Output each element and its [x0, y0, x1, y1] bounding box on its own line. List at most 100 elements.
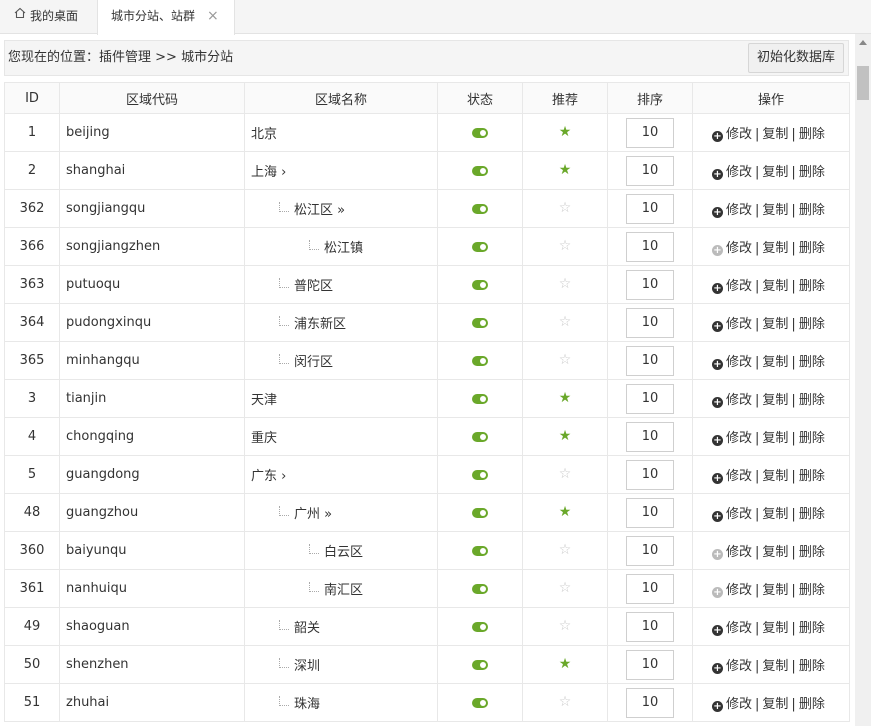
sort-input[interactable]	[626, 535, 674, 566]
star-filled-icon[interactable]: ★	[559, 428, 572, 444]
expand-icon[interactable]: ›	[281, 469, 286, 484]
sort-input[interactable]	[626, 611, 674, 642]
copy-link[interactable]: 复制	[762, 165, 788, 180]
toggle-on-icon[interactable]	[472, 431, 488, 442]
sort-input[interactable]	[626, 307, 674, 338]
edit-link[interactable]: 修改	[726, 355, 752, 370]
toggle-on-icon[interactable]	[472, 203, 488, 214]
sort-input[interactable]	[626, 117, 674, 148]
star-empty-icon[interactable]: ☆	[559, 200, 572, 216]
star-empty-icon[interactable]: ☆	[559, 542, 572, 558]
edit-link[interactable]: 修改	[726, 583, 752, 598]
star-empty-icon[interactable]: ☆	[559, 694, 572, 710]
sort-input[interactable]	[626, 497, 674, 528]
sort-input[interactable]	[626, 193, 674, 224]
edit-link[interactable]: 修改	[726, 241, 752, 256]
star-filled-icon[interactable]: ★	[559, 656, 572, 672]
toggle-on-icon[interactable]	[472, 165, 488, 176]
delete-link[interactable]: 删除	[799, 583, 825, 598]
copy-link[interactable]: 复制	[762, 393, 788, 408]
edit-link[interactable]: 修改	[726, 393, 752, 408]
star-empty-icon[interactable]: ☆	[559, 314, 572, 330]
delete-link[interactable]: 删除	[799, 241, 825, 256]
delete-link[interactable]: 删除	[799, 507, 825, 522]
toggle-on-icon[interactable]	[472, 659, 488, 670]
sort-input[interactable]	[626, 383, 674, 414]
expand-icon[interactable]: »	[337, 203, 345, 218]
delete-link[interactable]: 删除	[799, 659, 825, 674]
delete-link[interactable]: 删除	[799, 203, 825, 218]
scroll-up-icon[interactable]	[859, 40, 867, 45]
copy-link[interactable]: 复制	[762, 203, 788, 218]
toggle-on-icon[interactable]	[472, 279, 488, 290]
sort-input[interactable]	[626, 573, 674, 604]
star-filled-icon[interactable]: ★	[559, 124, 572, 140]
copy-link[interactable]: 复制	[762, 317, 788, 332]
delete-link[interactable]: 删除	[799, 431, 825, 446]
star-filled-icon[interactable]: ★	[559, 162, 572, 178]
copy-link[interactable]: 复制	[762, 127, 788, 142]
copy-link[interactable]: 复制	[762, 583, 788, 598]
delete-link[interactable]: 删除	[799, 697, 825, 712]
copy-link[interactable]: 复制	[762, 621, 788, 636]
toggle-on-icon[interactable]	[472, 241, 488, 252]
star-empty-icon[interactable]: ☆	[559, 352, 572, 368]
vertical-scrollbar[interactable]	[855, 34, 871, 726]
copy-link[interactable]: 复制	[762, 545, 788, 560]
copy-link[interactable]: 复制	[762, 469, 788, 484]
delete-link[interactable]: 删除	[799, 317, 825, 332]
edit-link[interactable]: 修改	[726, 507, 752, 522]
copy-link[interactable]: 复制	[762, 507, 788, 522]
edit-link[interactable]: 修改	[726, 697, 752, 712]
edit-link[interactable]: 修改	[726, 659, 752, 674]
init-database-button[interactable]: 初始化数据库	[747, 43, 844, 73]
sort-input[interactable]	[626, 687, 674, 718]
sort-input[interactable]	[626, 459, 674, 490]
sort-input[interactable]	[626, 649, 674, 680]
copy-link[interactable]: 复制	[762, 659, 788, 674]
edit-link[interactable]: 修改	[726, 621, 752, 636]
toggle-on-icon[interactable]	[472, 355, 488, 366]
delete-link[interactable]: 删除	[799, 393, 825, 408]
edit-link[interactable]: 修改	[726, 165, 752, 180]
close-icon[interactable]: ×	[207, 0, 219, 33]
edit-link[interactable]: 修改	[726, 203, 752, 218]
delete-link[interactable]: 删除	[799, 127, 825, 142]
star-empty-icon[interactable]: ☆	[559, 238, 572, 254]
toggle-on-icon[interactable]	[472, 697, 488, 708]
toggle-on-icon[interactable]	[472, 127, 488, 138]
scrollbar-thumb[interactable]	[857, 66, 869, 100]
star-empty-icon[interactable]: ☆	[559, 580, 572, 596]
toggle-on-icon[interactable]	[472, 583, 488, 594]
toggle-on-icon[interactable]	[472, 393, 488, 404]
edit-link[interactable]: 修改	[726, 431, 752, 446]
delete-link[interactable]: 删除	[799, 469, 825, 484]
copy-link[interactable]: 复制	[762, 355, 788, 370]
edit-link[interactable]: 修改	[726, 545, 752, 560]
sort-input[interactable]	[626, 155, 674, 186]
star-filled-icon[interactable]: ★	[559, 504, 572, 520]
sort-input[interactable]	[626, 231, 674, 262]
expand-icon[interactable]: ›	[281, 165, 286, 180]
delete-link[interactable]: 删除	[799, 621, 825, 636]
star-empty-icon[interactable]: ☆	[559, 276, 572, 292]
copy-link[interactable]: 复制	[762, 431, 788, 446]
delete-link[interactable]: 删除	[799, 545, 825, 560]
edit-link[interactable]: 修改	[726, 127, 752, 142]
delete-link[interactable]: 删除	[799, 165, 825, 180]
sort-input[interactable]	[626, 421, 674, 452]
sort-input[interactable]	[626, 269, 674, 300]
toggle-on-icon[interactable]	[472, 317, 488, 328]
star-empty-icon[interactable]: ☆	[559, 466, 572, 482]
edit-link[interactable]: 修改	[726, 279, 752, 294]
edit-link[interactable]: 修改	[726, 469, 752, 484]
expand-icon[interactable]: »	[324, 507, 332, 522]
delete-link[interactable]: 删除	[799, 279, 825, 294]
star-filled-icon[interactable]: ★	[559, 390, 572, 406]
tab-home[interactable]: 我的桌面	[0, 0, 97, 34]
toggle-on-icon[interactable]	[472, 469, 488, 480]
breadcrumb-plugin-manage[interactable]: 插件管理	[99, 50, 151, 65]
toggle-on-icon[interactable]	[472, 507, 488, 518]
delete-link[interactable]: 删除	[799, 355, 825, 370]
toggle-on-icon[interactable]	[472, 545, 488, 556]
